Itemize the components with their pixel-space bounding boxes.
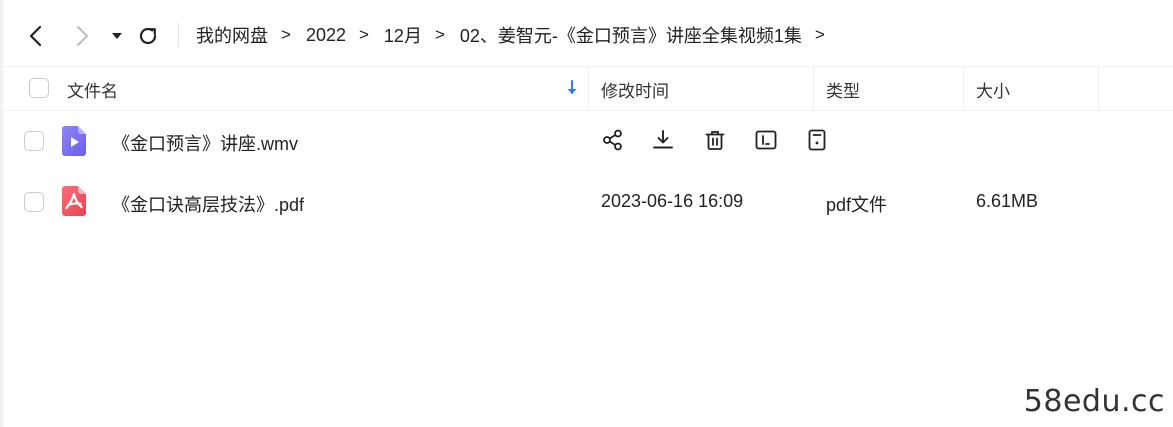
column-divider — [813, 67, 814, 111]
table-row[interactable]: 《金口诀高层技法》.pdf 2023-06-16 16:09 pdf文件 6.6… — [0, 171, 1173, 231]
delete-icon — [705, 131, 725, 150]
more-icon — [808, 129, 826, 151]
breadcrumb-separator: > — [434, 25, 445, 44]
toolbar: 我的网盘 > 2022 > 12月 > 02、姜智元-《金口预言》讲座全集视频1… — [0, 0, 1173, 66]
column-divider — [1098, 67, 1099, 111]
toolbar-divider — [178, 23, 179, 47]
more-button[interactable] — [805, 128, 829, 152]
chevron-left-icon — [29, 25, 42, 47]
delete-button[interactable] — [703, 128, 727, 152]
column-divider — [588, 67, 589, 111]
share-icon — [603, 129, 622, 151]
caret-down-icon — [112, 33, 122, 39]
breadcrumb-separator[interactable]: > — [815, 25, 825, 45]
breadcrumb-item-folder[interactable]: 02、姜智元-《金口预言》讲座全集视频1集 — [460, 22, 802, 48]
select-all-checkbox[interactable] — [29, 78, 49, 98]
file-type: pdf文件 — [826, 195, 888, 215]
file-modified-time: 2023-06-16 16:09 — [601, 191, 744, 211]
video-file-icon — [62, 126, 86, 156]
file-size: 6.61MB — [976, 191, 1039, 211]
breadcrumb-item-year[interactable]: 2022 — [306, 25, 346, 46]
breadcrumb-item-root[interactable]: 我的网盘 — [196, 22, 268, 48]
sort-descending-icon[interactable] — [565, 80, 579, 96]
rename-button[interactable] — [754, 128, 778, 152]
download-button[interactable] — [651, 128, 675, 152]
history-dropdown-button[interactable] — [104, 20, 130, 52]
breadcrumb: 我的网盘 > 2022 > 12月 > 02、姜智元-《金口预言》讲座全集视频1… — [196, 22, 840, 48]
download-icon — [653, 130, 673, 149]
share-button[interactable] — [601, 128, 625, 152]
chevron-right-icon — [77, 26, 88, 46]
back-button[interactable] — [20, 20, 52, 52]
column-header-modified[interactable]: 修改时间 — [601, 67, 669, 111]
column-header-size[interactable]: 大小 — [976, 67, 1010, 111]
column-divider — [963, 67, 964, 111]
breadcrumb-separator: > — [281, 25, 291, 44]
breadcrumb-separator: > — [358, 25, 369, 44]
row-checkbox[interactable] — [24, 192, 44, 212]
refresh-button[interactable] — [132, 20, 164, 52]
watermark: 58edu.cc — [1023, 384, 1165, 419]
row-checkbox[interactable] — [24, 131, 44, 151]
pdf-file-icon — [62, 186, 86, 216]
file-list-header: 文件名 修改时间 类型 大小 — [0, 66, 1173, 111]
file-name[interactable]: 《金口诀高层技法》.pdf — [112, 191, 304, 217]
rename-icon — [755, 130, 777, 150]
column-header-name[interactable]: 文件名 — [67, 67, 118, 111]
table-row[interactable]: 《金口预言》讲座.wmv — [0, 111, 1173, 171]
file-name[interactable]: 《金口预言》讲座.wmv — [112, 130, 298, 156]
column-header-type[interactable]: 类型 — [826, 67, 860, 111]
breadcrumb-item-month[interactable]: 12月 — [384, 22, 422, 48]
refresh-icon — [139, 27, 157, 45]
forward-button[interactable] — [66, 20, 98, 52]
